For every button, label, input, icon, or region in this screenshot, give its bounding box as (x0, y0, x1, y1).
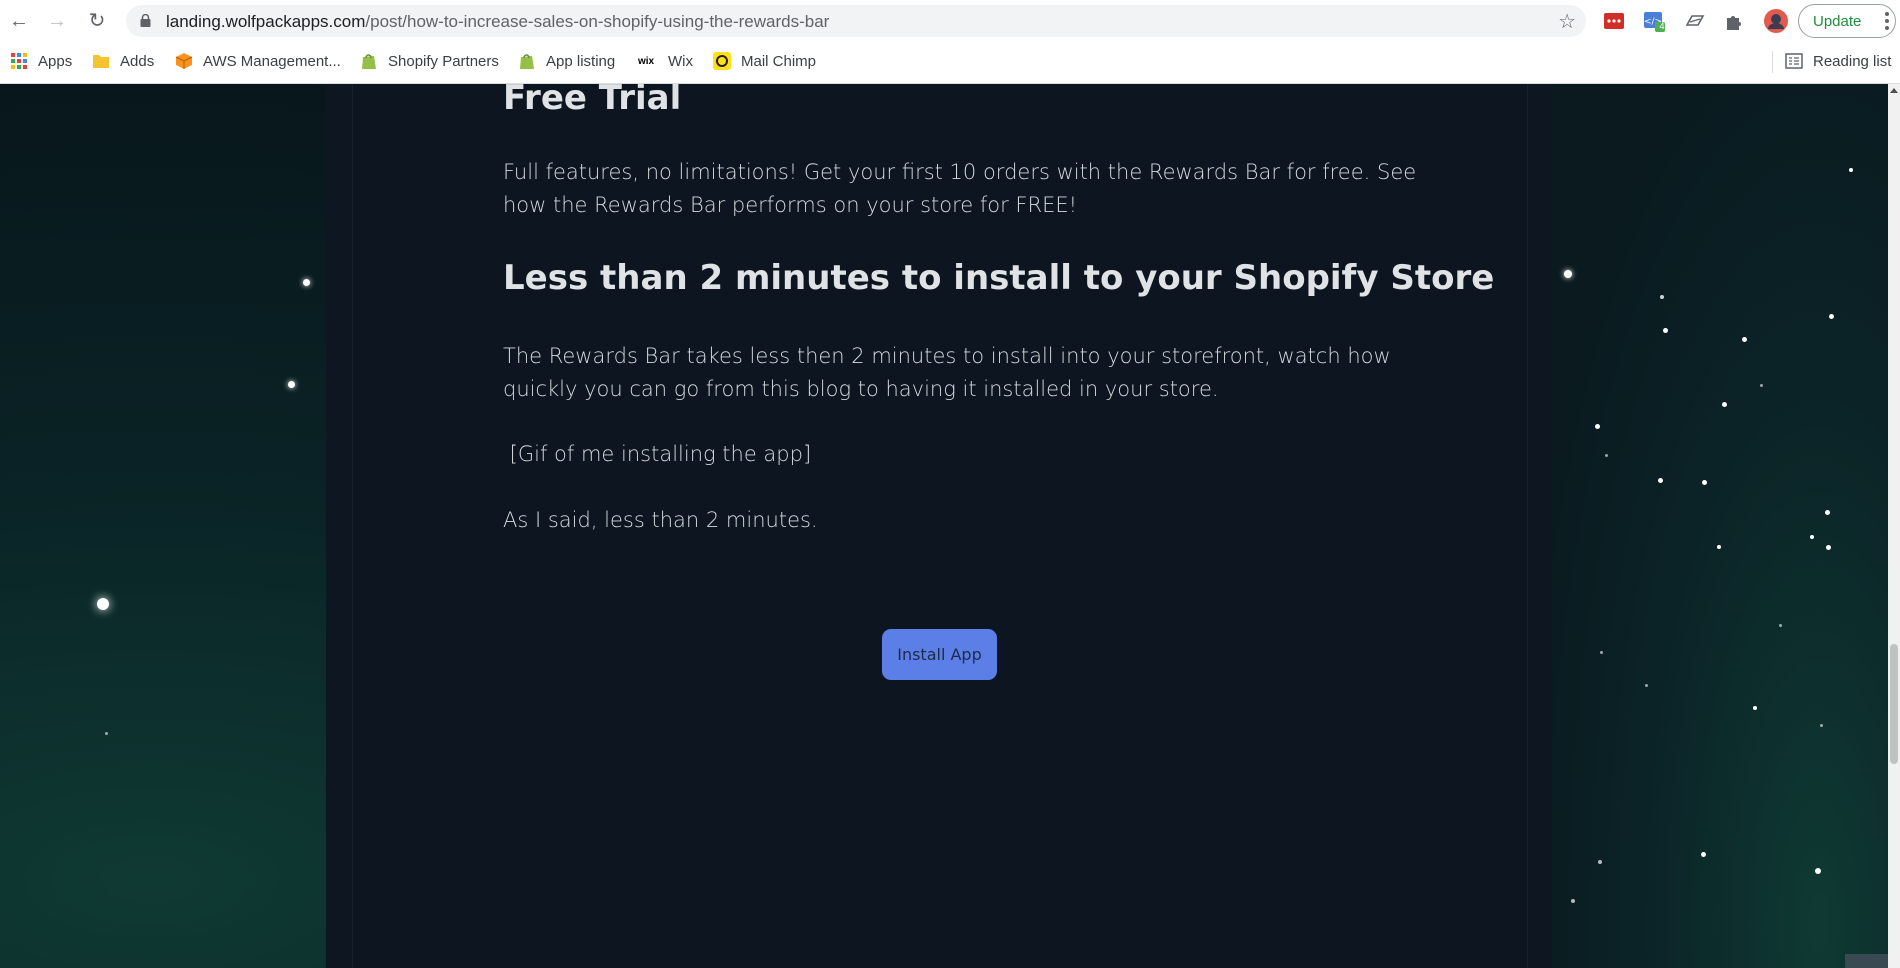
background-star (1564, 270, 1572, 278)
corner-widget (1845, 954, 1888, 968)
back-arrow-icon[interactable]: ← (6, 8, 32, 34)
background-star (1600, 651, 1603, 654)
bookmark-app-listing[interactable]: App listing (518, 42, 615, 80)
wix-logo-icon: wix (638, 55, 655, 67)
background-star (1595, 424, 1600, 429)
background-star (1701, 852, 1706, 857)
reading-list-button[interactable]: Reading list (1785, 42, 1891, 80)
scroll-thumb[interactable] (1890, 644, 1898, 764)
bookmarks-divider (1772, 51, 1773, 73)
background-star (1826, 545, 1831, 550)
background-star (1760, 384, 1763, 387)
background-star (1820, 724, 1823, 727)
bookmark-wix[interactable]: wix Wix (638, 42, 693, 80)
bookmark-star-icon[interactable]: ☆ (1558, 9, 1576, 34)
aws-cube-icon (175, 53, 193, 69)
bookmark-mailchimp[interactable]: Mail Chimp (713, 42, 816, 80)
background-star (97, 598, 109, 610)
update-label: Update (1813, 12, 1862, 30)
url-text: landing.wolfpackapps.com/post/how-to-inc… (166, 12, 830, 31)
bookmark-label: Apps (38, 52, 73, 70)
toggl-extension-icon[interactable] (1684, 10, 1706, 32)
background-star (1742, 337, 1747, 342)
background-star (1663, 328, 1668, 333)
page-scrollbar[interactable] (1888, 84, 1900, 968)
lock-icon (140, 14, 151, 27)
profile-avatar-icon[interactable] (1763, 8, 1789, 34)
background-star (1825, 510, 1830, 515)
background-star (303, 279, 310, 286)
mailchimp-icon (713, 52, 731, 70)
menu-dots-icon (1885, 12, 1889, 30)
scroll-up-arrow-icon[interactable] (1890, 88, 1898, 93)
reading-list-icon (1785, 53, 1803, 69)
bookmark-label: Adds (120, 52, 155, 70)
extension-badge: 4 (1659, 21, 1665, 31)
heading-free-trial: Free Trial (503, 84, 682, 118)
bookmark-label: Mail Chimp (741, 52, 817, 70)
reload-icon[interactable]: ↻ (84, 8, 110, 34)
background-star (1702, 480, 1707, 485)
bookmarks-bar: Apps Adds AWS Management... Shopify Part… (0, 42, 1900, 84)
background-star (1605, 454, 1608, 457)
forward-arrow-icon[interactable]: → (44, 8, 70, 34)
apps-grid-icon (11, 53, 27, 69)
reading-list-label: Reading list (1813, 52, 1892, 70)
background-star (1722, 402, 1727, 407)
paragraph-gif-placeholder: [Gif of me installing the app] (503, 442, 812, 466)
bookmark-shopify-partners[interactable]: Shopify Partners (360, 42, 499, 80)
background-star (1829, 314, 1834, 319)
bookmark-apps[interactable]: Apps (10, 42, 72, 80)
shopify-bag-icon (362, 54, 376, 69)
shopify-bag-icon (520, 54, 534, 69)
background-star (1779, 624, 1782, 627)
background-star (1717, 545, 1721, 549)
background-star (1660, 295, 1664, 299)
bookmark-aws[interactable]: AWS Management... (175, 42, 341, 80)
address-bar[interactable]: landing.wolfpackapps.com/post/how-to-inc… (126, 5, 1586, 37)
background-star (1815, 868, 1821, 874)
background-star (1849, 168, 1853, 172)
background-star (288, 381, 295, 388)
background-star (1645, 684, 1648, 687)
bookmark-label: AWS Management... (203, 52, 341, 70)
page-viewport: Free Trial Full features, no limitations… (0, 84, 1888, 968)
paragraph-as-i-said: As I said, less than 2 minutes. (503, 508, 818, 532)
browser-toolbar: ← → ↻ landing.wolfpackapps.com/post/how-… (0, 0, 1900, 42)
article-column: Free Trial Full features, no limitations… (326, 84, 1552, 968)
bookmark-label: Shopify Partners (388, 52, 499, 70)
puzzle-extensions-icon[interactable] (1723, 10, 1745, 32)
background-star (1658, 478, 1663, 483)
article-panel: Free Trial Full features, no limitations… (352, 84, 1528, 968)
paragraph-install-time: The Rewards Bar takes less then 2 minute… (503, 344, 1391, 401)
background-star (1810, 535, 1814, 539)
bookmark-label: App listing (546, 52, 616, 70)
background-star (1571, 899, 1575, 903)
install-app-button[interactable]: Install App (882, 629, 997, 680)
bookmark-adds[interactable]: Adds (92, 42, 154, 80)
lastpass-extension-icon[interactable] (1603, 10, 1625, 32)
background-star (1598, 860, 1602, 864)
bookmark-label: Wix (668, 52, 693, 70)
background-star (105, 732, 108, 735)
folder-icon (93, 55, 109, 68)
update-button[interactable]: Update (1798, 4, 1896, 38)
heading-install-time: Less than 2 minutes to install to your S… (503, 258, 1495, 298)
paragraph-free-trial: Full features, no limitations! Get your … (503, 160, 1417, 217)
background-star (1753, 706, 1757, 710)
